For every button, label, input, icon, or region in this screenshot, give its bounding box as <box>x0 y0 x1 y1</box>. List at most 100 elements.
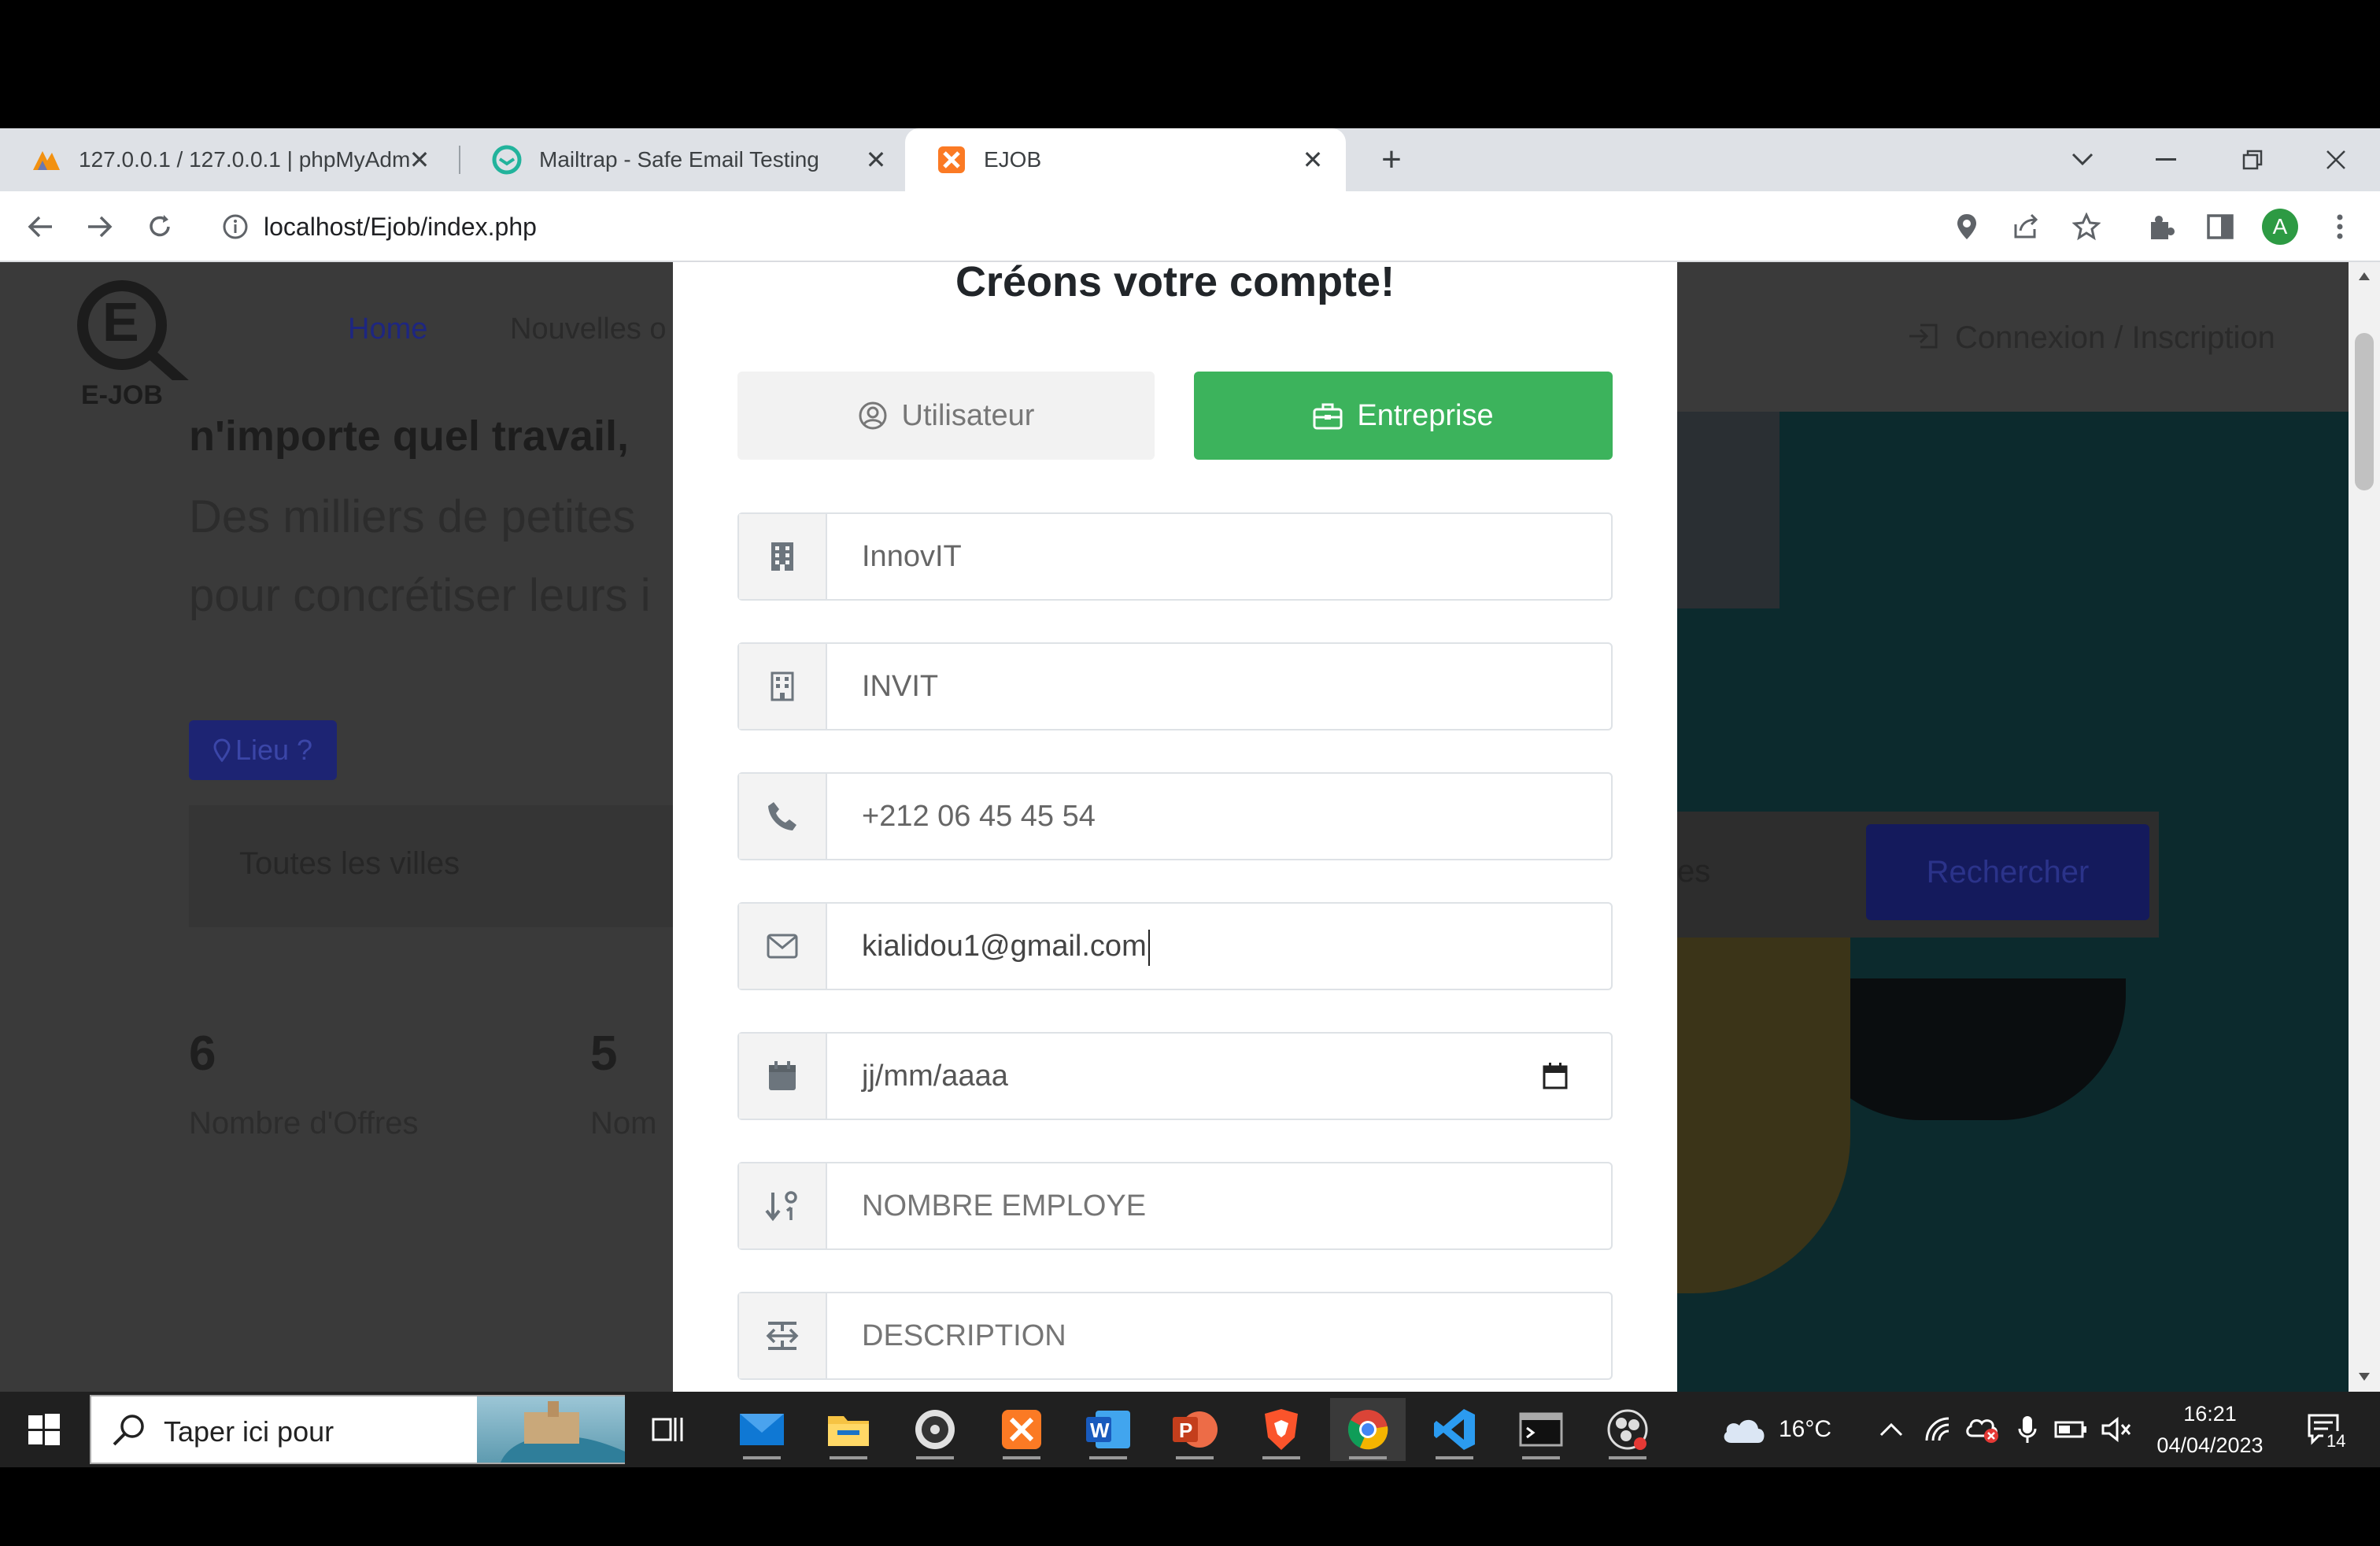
address-bar[interactable]: localhost/Ejob/index.php <box>264 209 537 245</box>
brave-browser-icon[interactable] <box>1244 1398 1319 1461</box>
stat-second-value: 5 <box>590 1026 618 1081</box>
tab-phpmyadmin[interactable]: 127.0.0.1 / 127.0.0.1 | phpMyAdmin ✕ <box>0 128 453 191</box>
notification-center-icon[interactable]: 14 <box>2306 1392 2349 1467</box>
volume-muted-icon[interactable] <box>2101 1392 2133 1467</box>
stat-offers-label: Nombre d'Offres <box>189 1106 419 1141</box>
battery-icon[interactable] <box>2054 1392 2087 1467</box>
company-type-toggle-button[interactable]: Entreprise <box>1194 372 1613 460</box>
tab-search-chevron-icon[interactable] <box>2051 128 2114 191</box>
scroll-down-arrow-icon[interactable] <box>2358 1372 2371 1381</box>
employees-field[interactable]: NOMBRE EMPLOYE <box>737 1162 1613 1250</box>
clock[interactable]: 16:21 04/04/2023 <box>2147 1392 2273 1467</box>
site-info-icon[interactable] <box>217 209 253 245</box>
profile-avatar[interactable]: A <box>2262 209 2298 245</box>
scroll-thumb[interactable] <box>2355 333 2374 490</box>
lieu-button[interactable]: Lieu ? <box>189 720 337 780</box>
browser-toolbar: localhost/Ejob/index.php A <box>0 191 2380 262</box>
search-icon <box>112 1412 146 1447</box>
user-type-toggle-button[interactable]: Utilisateur <box>737 372 1155 460</box>
minimize-button[interactable] <box>2134 128 2197 191</box>
modal-title: Créons votre compte! <box>955 258 1395 305</box>
wifi-icon[interactable] <box>1925 1392 1955 1467</box>
tray-chevron-up-icon[interactable] <box>1879 1392 1903 1467</box>
clock-time: 16:21 <box>2183 1402 2237 1426</box>
forward-arrow-icon[interactable] <box>82 209 118 245</box>
company-name-field[interactable]: InnovIT <box>737 512 1613 601</box>
building-outline-icon <box>739 644 827 729</box>
share-icon[interactable] <box>2009 209 2045 245</box>
location-pin-icon[interactable] <box>1949 209 1985 245</box>
search-bar: es Rechercher <box>1677 812 2159 938</box>
tab-title: 127.0.0.1 / 127.0.0.1 | phpMyAdmin <box>79 147 409 172</box>
nav-news-link[interactable]: Nouvelles o <box>510 313 673 346</box>
close-tab-icon[interactable]: ✕ <box>405 146 434 174</box>
phpmyadmin-icon <box>31 145 61 175</box>
employees-input[interactable]: NOMBRE EMPLOYE <box>862 1163 1146 1248</box>
company-name-input[interactable]: InnovIT <box>862 514 962 599</box>
date-field[interactable]: jj/mm/aaaa <box>737 1032 1613 1120</box>
phone-field[interactable]: +212 06 45 45 54 <box>737 772 1613 860</box>
mail-app-icon[interactable] <box>724 1398 800 1461</box>
close-window-button[interactable] <box>2304 128 2367 191</box>
word-app-icon[interactable]: W <box>1070 1398 1146 1461</box>
svg-text:E: E <box>102 291 139 353</box>
menu-kebab-icon[interactable] <box>2322 209 2358 245</box>
search-highlight-image <box>477 1396 625 1463</box>
windows-taskbar: Taper ici pour W P 16°C 16:21 04/04/2023… <box>0 1392 2380 1467</box>
company-code-input[interactable]: INVIT <box>862 644 938 729</box>
weather-widget[interactable]: 16°C <box>1720 1392 1831 1467</box>
stat-offers-value: 6 <box>189 1026 216 1081</box>
chrome-app-icon[interactable] <box>1330 1398 1406 1461</box>
terminal-app-icon[interactable] <box>1503 1398 1579 1461</box>
powerpoint-app-icon[interactable]: P <box>1157 1398 1232 1461</box>
vscode-app-icon[interactable] <box>1417 1398 1492 1461</box>
close-tab-icon[interactable]: ✕ <box>862 146 890 174</box>
new-tab-button[interactable]: + <box>1360 128 1423 191</box>
email-input[interactable]: kialidou1@gmail.com <box>862 904 1150 989</box>
phone-input[interactable]: +212 06 45 45 54 <box>862 774 1096 859</box>
tab-title: Mailtrap - Safe Email Testing <box>539 147 819 172</box>
search-button[interactable]: Rechercher <box>1866 824 2149 920</box>
microphone-icon[interactable] <box>2018 1392 2037 1467</box>
description-field[interactable]: DESCRIPTION <box>737 1292 1613 1380</box>
bookmark-star-icon[interactable] <box>2068 209 2105 245</box>
back-arrow-icon[interactable] <box>22 209 58 245</box>
side-panel-icon[interactable] <box>2202 209 2238 245</box>
date-picker-calendar-icon[interactable] <box>1542 1062 1569 1090</box>
email-field[interactable]: kialidou1@gmail.com <box>737 902 1613 990</box>
browser-tab-bar: 127.0.0.1 / 127.0.0.1 | phpMyAdmin ✕ Mai… <box>0 128 2380 191</box>
date-input[interactable]: jj/mm/aaaa <box>862 1034 1008 1119</box>
notification-count-badge: 14 <box>2323 1431 2349 1452</box>
windows-start-icon[interactable] <box>6 1398 82 1461</box>
nav-home-link[interactable]: Home <box>348 313 427 346</box>
nav-login-link[interactable]: Connexion / Inscription <box>1955 320 2275 356</box>
restore-button[interactable] <box>2221 128 2284 191</box>
hero-subtext-1: Des milliers de petites <box>189 491 636 542</box>
onedrive-sync-icon[interactable] <box>1964 1392 2001 1467</box>
taskbar-search-box[interactable]: Taper ici pour <box>90 1395 625 1464</box>
page-scrollbar[interactable] <box>2349 262 2380 1392</box>
phone-icon <box>739 774 827 859</box>
extensions-puzzle-icon[interactable] <box>2142 209 2179 245</box>
tab-ejob[interactable]: EJOB ✕ <box>905 128 1346 191</box>
cloud-icon <box>1724 1419 1765 1443</box>
scroll-up-arrow-icon[interactable] <box>2358 272 2371 281</box>
obs-app-icon[interactable] <box>1590 1398 1665 1461</box>
location-pin-icon <box>213 738 231 762</box>
task-view-icon[interactable] <box>631 1398 707 1461</box>
company-code-field[interactable]: INVIT <box>737 642 1613 730</box>
city-select[interactable]: Toutes les villes <box>189 805 673 927</box>
close-tab-icon[interactable]: ✕ <box>1299 146 1327 174</box>
category-select[interactable]: es <box>1677 854 1710 890</box>
xampp-app-icon[interactable] <box>984 1398 1059 1461</box>
tab-mailtrap[interactable]: Mailtrap - Safe Email Testing ✕ <box>460 128 909 191</box>
site-logo[interactable]: E E-JOB <box>67 278 201 410</box>
file-explorer-icon[interactable] <box>811 1398 886 1461</box>
registration-modal: Créons votre compte! Utilisateur Entrepr… <box>673 258 1677 1392</box>
description-input[interactable]: DESCRIPTION <box>862 1293 1066 1378</box>
hero-subtext-2: pour concrétiser leurs i <box>189 570 651 621</box>
calendar-icon <box>739 1034 827 1119</box>
reload-icon[interactable] <box>142 209 178 245</box>
svg-text:P: P <box>1179 1418 1192 1442</box>
media-player-icon[interactable] <box>897 1398 973 1461</box>
